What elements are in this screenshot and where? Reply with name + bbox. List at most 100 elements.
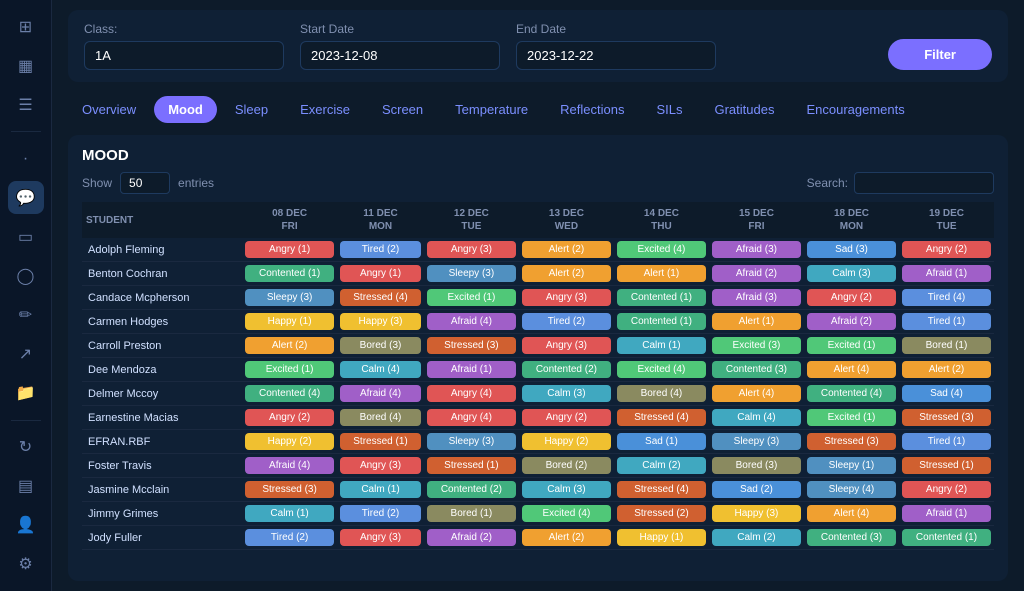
student-name: Carroll Preston (82, 334, 242, 358)
dot-icon[interactable]: · (8, 142, 44, 175)
table-row: Jody FullerTired (2)Angry (3)Afraid (2)A… (82, 526, 994, 550)
mood-cell-d7: Angry (2) (804, 286, 899, 310)
mood-cell-d1: Contented (4) (242, 382, 337, 406)
mood-cell-d3: Angry (4) (424, 382, 519, 406)
monitor-icon[interactable]: ▭ (8, 220, 44, 253)
mood-cell-d4: Contented (2) (519, 358, 614, 382)
tab-sleep[interactable]: Sleep (221, 96, 282, 123)
entries-label: entries (178, 176, 214, 190)
col-d7[interactable]: 18 DECMON (804, 202, 899, 238)
share-icon[interactable]: ↗ (8, 338, 44, 371)
entries-input[interactable] (120, 172, 170, 194)
mood-cell-d2: Happy (3) (337, 310, 424, 334)
person-icon[interactable]: 👤 (8, 509, 44, 542)
col-d2[interactable]: 11 DECMON (337, 202, 424, 238)
mood-cell-d5: Calm (2) (614, 454, 709, 478)
search-box: Search: (807, 172, 994, 194)
tab-bar: OverviewMoodSleepExerciseScreenTemperatu… (68, 96, 1008, 123)
gear-icon[interactable]: ⚙ (8, 548, 44, 581)
mood-cell-d8: Angry (2) (899, 238, 994, 262)
bar-chart-icon[interactable]: ▤ (8, 470, 44, 503)
col-d5[interactable]: 14 DECTHU (614, 202, 709, 238)
col-d6[interactable]: 15 DECFRI (709, 202, 804, 238)
mood-cell-d6: Alert (1) (709, 310, 804, 334)
table-row: EFRAN.RBFHappy (2)Stressed (1)Sleepy (3)… (82, 430, 994, 454)
mood-cell-d8: Afraid (1) (899, 502, 994, 526)
table-wrapper: STUDENT08 DECFRI11 DECMON12 DECTUE13 DEC… (82, 202, 994, 569)
tab-encouragements[interactable]: Encouragements (792, 96, 918, 123)
student-name: Jody Fuller (82, 526, 242, 550)
student-name: Adolph Fleming (82, 238, 242, 262)
mood-cell-d2: Tired (2) (337, 238, 424, 262)
start-date-input[interactable] (300, 41, 500, 70)
mood-section: MOOD Show entries Search: STUDENT08 DECF… (68, 135, 1008, 581)
student-name: Candace Mcpherson (82, 286, 242, 310)
mood-cell-d6: Afraid (3) (709, 286, 804, 310)
col-student[interactable]: STUDENT (82, 202, 242, 238)
student-name: Foster Travis (82, 454, 242, 478)
mood-cell-d4: Calm (3) (519, 478, 614, 502)
mood-cell-d6: Excited (3) (709, 334, 804, 358)
tab-sils[interactable]: SILs (642, 96, 696, 123)
student-name: Benton Cochran (82, 262, 242, 286)
mood-cell-d4: Bored (2) (519, 454, 614, 478)
search-input[interactable] (854, 172, 994, 194)
class-select[interactable]: 1A1B2A2B (84, 41, 284, 70)
col-d4[interactable]: 13 DECWED (519, 202, 614, 238)
tab-exercise[interactable]: Exercise (286, 96, 364, 123)
mood-cell-d6: Calm (4) (709, 406, 804, 430)
main-content: Class: 1A1B2A2B Start Date End Date Filt… (52, 0, 1024, 591)
tab-mood[interactable]: Mood (154, 96, 217, 123)
refresh-icon[interactable]: ↻ (8, 431, 44, 464)
mood-cell-d6: Sad (2) (709, 478, 804, 502)
message-icon[interactable]: 💬 (8, 181, 44, 214)
mood-cell-d5: Stressed (4) (614, 478, 709, 502)
home-icon[interactable]: ⊞ (8, 10, 44, 43)
start-date-label: Start Date (300, 22, 500, 36)
mood-cell-d4: Excited (4) (519, 502, 614, 526)
filter-button[interactable]: Filter (888, 39, 992, 70)
tab-overview[interactable]: Overview (68, 96, 150, 123)
mood-cell-d4: Angry (2) (519, 406, 614, 430)
mood-cell-d7: Contented (3) (804, 526, 899, 550)
mood-cell-d1: Sleepy (3) (242, 286, 337, 310)
edit-icon[interactable]: ✏ (8, 298, 44, 331)
mood-cell-d5: Alert (1) (614, 262, 709, 286)
mood-cell-d3: Sleepy (3) (424, 430, 519, 454)
tab-reflections[interactable]: Reflections (546, 96, 638, 123)
end-date-filter-group: End Date (516, 22, 716, 70)
col-d3[interactable]: 12 DECTUE (424, 202, 519, 238)
sidebar-divider-2 (11, 420, 41, 421)
student-name: Delmer Mccoy (82, 382, 242, 406)
mood-cell-d4: Happy (2) (519, 430, 614, 454)
mood-cell-d7: Calm (3) (804, 262, 899, 286)
tab-gratitudes[interactable]: Gratitudes (700, 96, 788, 123)
end-date-input[interactable] (516, 41, 716, 70)
mood-cell-d7: Sad (3) (804, 238, 899, 262)
mood-table: STUDENT08 DECFRI11 DECMON12 DECTUE13 DEC… (82, 202, 994, 550)
mood-cell-d1: Happy (2) (242, 430, 337, 454)
mood-cell-d3: Afraid (1) (424, 358, 519, 382)
mood-cell-d6: Alert (4) (709, 382, 804, 406)
chart-icon[interactable]: ▦ (8, 49, 44, 82)
mood-cell-d7: Contented (4) (804, 382, 899, 406)
col-d8[interactable]: 19 DECTUE (899, 202, 994, 238)
table-row: Earnestine MaciasAngry (2)Bored (4)Angry… (82, 406, 994, 430)
mood-cell-d2: Angry (3) (337, 454, 424, 478)
col-d1[interactable]: 08 DECFRI (242, 202, 337, 238)
tab-temperature[interactable]: Temperature (441, 96, 542, 123)
mood-cell-d4: Calm (3) (519, 382, 614, 406)
tab-screen[interactable]: Screen (368, 96, 437, 123)
filters-row: Class: 1A1B2A2B Start Date End Date Filt… (68, 10, 1008, 82)
student-name: EFRAN.RBF (82, 430, 242, 454)
mood-cell-d8: Tired (4) (899, 286, 994, 310)
folder-icon[interactable]: 📁 (8, 377, 44, 410)
mood-cell-d3: Sleepy (3) (424, 262, 519, 286)
table-row: Dee MendozaExcited (1)Calm (4)Afraid (1)… (82, 358, 994, 382)
student-name: Earnestine Macias (82, 406, 242, 430)
circle-icon[interactable]: ◯ (8, 259, 44, 292)
mood-cell-d8: Afraid (1) (899, 262, 994, 286)
menu-icon[interactable]: ☰ (8, 88, 44, 121)
table-row: Carroll PrestonAlert (2)Bored (3)Stresse… (82, 334, 994, 358)
mood-cell-d1: Tired (2) (242, 526, 337, 550)
